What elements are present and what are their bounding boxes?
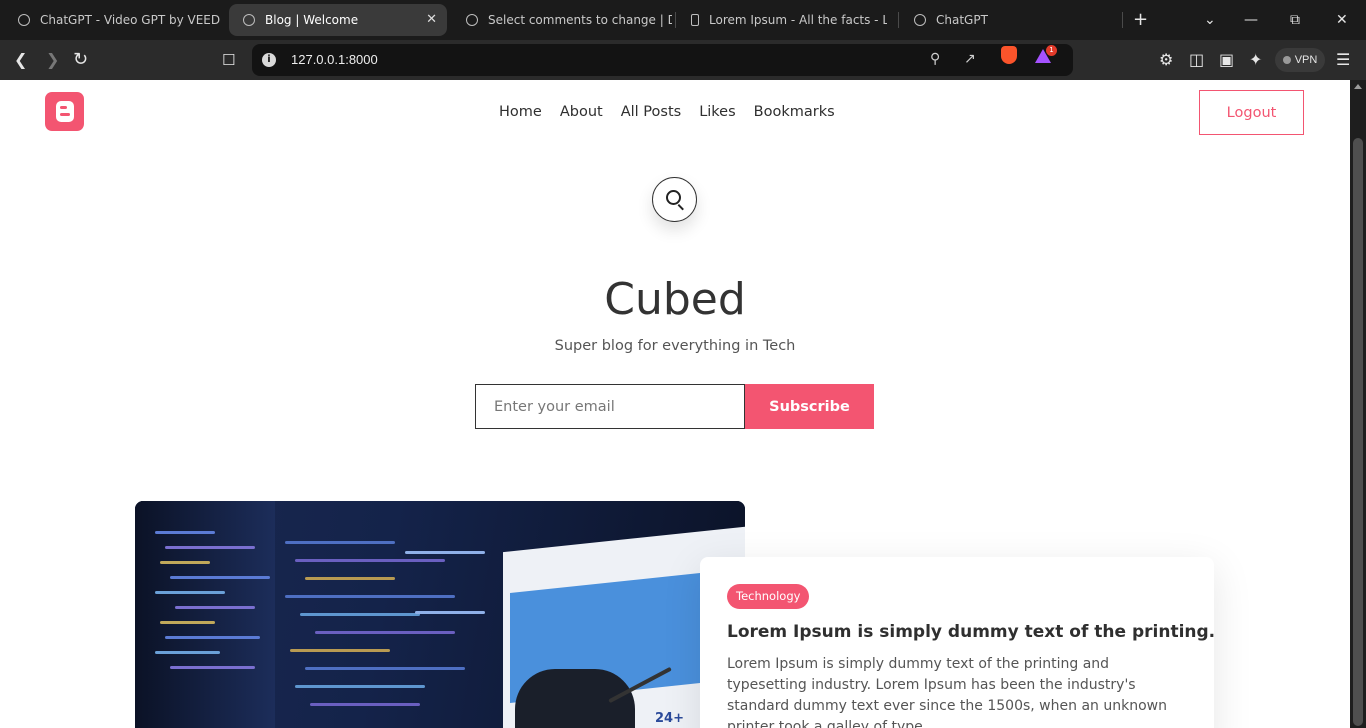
category-badge[interactable]: Technology — [727, 584, 810, 609]
close-tab-icon[interactable]: ✕ — [426, 12, 437, 27]
tab-title: ChatGPT — [936, 13, 988, 27]
globe-icon — [243, 14, 255, 26]
site-title: Cubed — [604, 274, 746, 325]
bookmark-icon[interactable]: ☐ — [222, 49, 235, 71]
openai-icon — [18, 14, 30, 26]
minimize-icon[interactable]: — — [1244, 10, 1258, 30]
search-icon[interactable] — [652, 177, 697, 222]
vpn-status-icon — [1282, 56, 1291, 64]
globe-icon — [466, 14, 478, 26]
post-title[interactable]: Lorem Ipsum is simply dummy text of the … — [727, 621, 1215, 643]
site-info-icon[interactable]: i — [262, 53, 276, 67]
nav-about[interactable]: About — [560, 102, 603, 122]
sidebar-icon[interactable]: ◫ — [1189, 49, 1204, 71]
url-text[interactable]: 127.0.0.1:8000 — [291, 52, 378, 67]
page-viewport: Home About All Posts Likes Bookmarks Log… — [0, 80, 1350, 728]
address-bar[interactable]: i 127.0.0.1:8000 ⚲ ↗ — [252, 44, 1073, 76]
tab-title: Select comments to change | Dja — [488, 13, 672, 27]
vpn-button[interactable]: VPN — [1275, 48, 1325, 72]
tab-lorem-ipsum[interactable]: Lorem Ipsum - All the facts - Lips — [677, 4, 887, 36]
site-tagline: Super blog for everything in Tech — [554, 338, 796, 354]
reload-icon[interactable]: ↻ — [73, 49, 88, 71]
openai-icon — [914, 14, 926, 26]
subscribe-button[interactable]: Subscribe — [745, 384, 874, 429]
post-excerpt: Lorem Ipsum is simply dummy text of the … — [727, 656, 1167, 728]
main-nav: Home About All Posts Likes Bookmarks — [499, 102, 835, 122]
forward-icon[interactable]: ❯ — [46, 49, 59, 71]
nav-likes[interactable]: Likes — [699, 102, 735, 122]
new-tab-button[interactable]: + — [1133, 10, 1148, 30]
featured-post-image[interactable]: 24+ — [135, 501, 745, 728]
featured-post-card: Technology Lorem Ipsum is simply dummy t… — [700, 557, 1215, 728]
logout-button[interactable]: Logout — [1199, 90, 1304, 135]
blogger-logo-icon[interactable] — [45, 92, 84, 131]
tab-chatgpt[interactable]: ChatGPT — [900, 4, 1110, 36]
page-scrollbar[interactable] — [1350, 80, 1366, 728]
email-input[interactable] — [475, 384, 745, 429]
wallet-icon[interactable]: ▣ — [1219, 49, 1234, 71]
menu-icon[interactable]: ☰ — [1336, 49, 1350, 71]
tab-django-admin[interactable]: Select comments to change | Dja — [452, 4, 672, 36]
tab-chatgpt-veed[interactable]: ChatGPT - Video GPT by VEED — [4, 4, 226, 36]
share-icon[interactable]: ↗ — [964, 51, 976, 67]
tab-title: ChatGPT - Video GPT by VEED — [40, 13, 221, 27]
zoom-icon[interactable]: ⚲ — [930, 51, 940, 67]
rewards-badge: 1 — [1046, 45, 1057, 56]
nav-all-posts[interactable]: All Posts — [621, 102, 681, 122]
restore-icon[interactable]: ⧉ — [1290, 10, 1300, 30]
scrollbar-thumb[interactable] — [1353, 138, 1363, 726]
lipsum-icon — [691, 14, 699, 26]
tab-blog-welcome[interactable]: Blog | Welcome ✕ — [229, 4, 447, 36]
brave-shields-icon[interactable] — [1001, 46, 1017, 64]
scroll-up-icon[interactable] — [1354, 84, 1362, 89]
vpn-label: VPN — [1294, 54, 1318, 66]
tab-title: Blog | Welcome — [265, 13, 359, 27]
tab-title: Lorem Ipsum - All the facts - Lips — [709, 13, 887, 27]
browser-tab-strip: ChatGPT - Video GPT by VEED Blog | Welco… — [0, 0, 1366, 40]
leo-ai-icon[interactable]: ✦ — [1249, 49, 1262, 71]
close-window-icon[interactable]: ✕ — [1336, 10, 1348, 30]
nav-bookmarks[interactable]: Bookmarks — [754, 102, 835, 122]
back-icon[interactable]: ❮ — [14, 49, 27, 71]
subscribe-form: Subscribe — [475, 384, 874, 429]
tab-search-chevron-icon[interactable]: ⌄ — [1204, 10, 1216, 30]
browser-toolbar: ❮ ❯ ↻ ☐ i 127.0.0.1:8000 ⚲ ↗ 1 ⚙ ◫ ▣ ✦ V… — [0, 40, 1366, 80]
extensions-icon[interactable]: ⚙ — [1159, 49, 1173, 71]
nav-home[interactable]: Home — [499, 102, 542, 122]
